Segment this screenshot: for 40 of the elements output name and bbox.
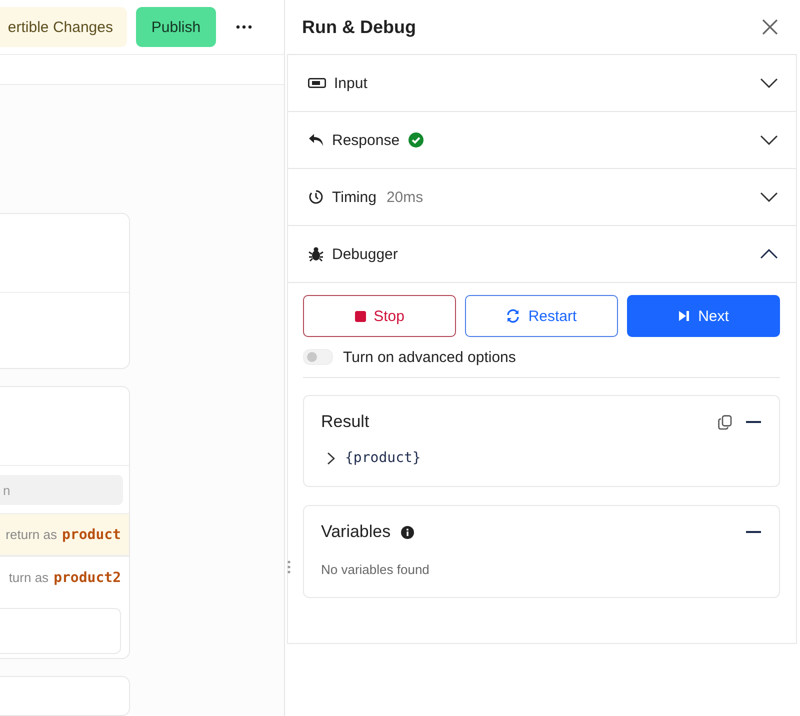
chevron-down-icon[interactable] xyxy=(760,135,778,145)
timer-icon xyxy=(308,189,324,205)
reply-icon xyxy=(308,133,324,147)
toggle-switch[interactable] xyxy=(303,349,333,365)
chevron-down-icon[interactable] xyxy=(760,78,778,88)
empty-message: No variables found xyxy=(321,562,430,577)
chevron-up-icon[interactable] xyxy=(760,249,778,259)
result-title: Result xyxy=(321,412,370,432)
stop-button[interactable]: Stop xyxy=(303,295,456,337)
section-label: Debugger xyxy=(332,246,398,262)
panel-title: Run & Debug xyxy=(302,16,416,38)
tree-item[interactable]: {product} xyxy=(321,450,761,466)
section-label: Timing xyxy=(332,188,376,206)
changes-button[interactable]: ertible Changes xyxy=(0,7,127,48)
refresh-icon xyxy=(506,309,520,323)
chevron-down-icon[interactable] xyxy=(760,192,778,202)
info-icon[interactable] xyxy=(400,526,414,538)
accordion-header[interactable]: Debugger xyxy=(288,226,796,283)
copy-icon[interactable] xyxy=(718,414,732,430)
accordion-header[interactable]: Response xyxy=(288,112,796,169)
timing-value: 20ms xyxy=(386,188,424,206)
return-row[interactable]: return as product xyxy=(0,513,129,556)
accordion-header[interactable]: Input xyxy=(288,55,796,112)
next-button[interactable]: Next xyxy=(627,295,780,337)
section-label: Response xyxy=(332,132,400,148)
return-row[interactable]: turn as product2 xyxy=(0,556,129,598)
success-check-icon xyxy=(408,132,424,148)
bug-icon xyxy=(308,246,324,262)
section-label: Input xyxy=(334,74,368,92)
restart-button[interactable]: Restart xyxy=(465,295,618,337)
close-icon[interactable] xyxy=(762,19,778,35)
accordion-header[interactable]: Timing 20ms xyxy=(288,169,796,226)
publish-button[interactable]: Publish xyxy=(136,7,216,48)
stop-icon xyxy=(354,310,366,322)
drag-handle-icon[interactable] xyxy=(287,560,291,574)
toggle-label: Turn on advanced options xyxy=(343,348,516,366)
variables-title: Variables xyxy=(321,522,391,542)
text-input-icon xyxy=(308,78,326,88)
step-forward-icon xyxy=(678,310,690,322)
more-icon[interactable] xyxy=(236,25,252,30)
